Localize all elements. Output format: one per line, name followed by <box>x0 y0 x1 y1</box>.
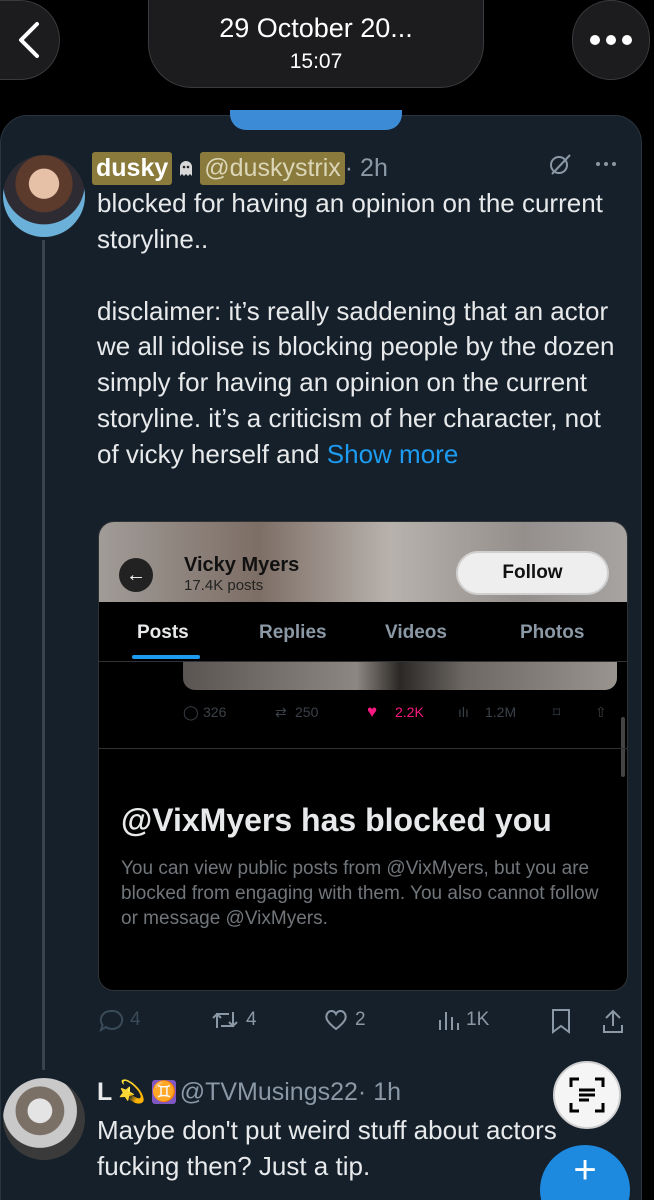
repost-icon <box>212 1012 238 1028</box>
handle[interactable]: @duskystrix <box>200 151 345 185</box>
tweet-paragraph-2: disclaimer: it’s really saddening that a… <box>97 294 622 473</box>
live-text-icon <box>569 1077 605 1113</box>
photo-date: 29 October 20... <box>219 13 413 43</box>
bookmark-icon <box>552 1009 570 1034</box>
embedded-reply-count: 326 <box>203 704 227 720</box>
like-count: 2 <box>355 1009 366 1030</box>
reply-timestamp: · 1h <box>357 1077 402 1106</box>
reply-icon <box>99 1009 124 1032</box>
blocked-description: You can view public posts from @VixMyers… <box>121 858 599 929</box>
tab-posts: Posts <box>137 622 189 643</box>
previous-media-tab <box>230 110 402 130</box>
tweet-actions: 4 4 2 1K <box>98 1008 638 1042</box>
shooting-star-icon: 💫 <box>118 1079 146 1104</box>
reply-display-name[interactable]: L <box>97 1078 112 1107</box>
gemini-icon: ♊ <box>151 1080 177 1104</box>
profile-post-count: 17.4K posts <box>184 577 264 594</box>
like-button[interactable]: 2 <box>323 1008 366 1032</box>
embedded-image[interactable]: ← Vicky Myers 17.4K posts Follow Posts R… <box>98 521 628 991</box>
tweet-text: blocked for having an opinion on the cur… <box>97 186 622 473</box>
embedded-repost-icon: ⇄ <box>275 704 287 720</box>
embedded-views-count: 1.2M <box>485 704 517 720</box>
bookmark-button[interactable] <box>550 1008 572 1034</box>
heart-icon <box>325 1010 347 1031</box>
reply-text: Maybe don't put weird stuff about actors… <box>97 1115 557 1181</box>
reply-count: 4 <box>130 1009 141 1030</box>
profile-tabs: Posts Replies Videos Photos <box>99 602 627 662</box>
embedded-post-actions: ◯ 326 ⇄ 250 ♥ 2.2K ılı 1.2M ⌑ ⇧ <box>183 702 623 726</box>
embedded-bookmark-icon: ⌑ <box>553 704 561 720</box>
show-more-link[interactable]: Show more <box>327 439 459 469</box>
back-button[interactable] <box>0 0 60 80</box>
chevron-left-icon <box>18 22 39 58</box>
share-icon <box>603 1009 623 1033</box>
thread-line <box>42 240 45 1070</box>
follow-button: Follow <box>456 551 609 595</box>
more-icon[interactable] <box>594 152 618 176</box>
reply-avatar[interactable] <box>3 1078 85 1160</box>
embedded-repost-count: 250 <box>295 704 319 720</box>
embedded-share-icon: ⇧ <box>595 704 607 720</box>
tweet-line-1: blocked for having an opinion on the cur… <box>97 188 603 254</box>
embedded-heart-icon: ♥ <box>367 702 378 721</box>
live-text-button[interactable] <box>553 1061 621 1129</box>
views-icon <box>439 1012 459 1030</box>
photo-viewer-topbar: 29 October 20... 15:07 <box>0 0 654 110</box>
views-count: 1K <box>466 1009 490 1030</box>
tweet-header: dusky @duskystrix · 2h <box>92 148 632 188</box>
embedded-scrollbar <box>621 717 625 777</box>
share-button[interactable] <box>601 1008 625 1034</box>
tab-photos: Photos <box>520 622 585 643</box>
active-tab-indicator <box>132 655 200 659</box>
reply-button[interactable]: 4 <box>98 1008 141 1032</box>
more-options-button[interactable] <box>572 0 650 80</box>
arrow-left-icon: ← <box>119 558 153 592</box>
tab-videos: Videos <box>385 622 447 643</box>
avatar[interactable] <box>3 155 85 237</box>
profile-name: Vicky Myers <box>184 554 300 576</box>
grok-icon[interactable] <box>548 152 572 176</box>
tab-replies: Replies <box>259 622 327 643</box>
embedded-views-icon: ılı <box>458 704 469 720</box>
timestamp: · 2h <box>344 153 388 182</box>
ghost-icon <box>180 161 193 176</box>
ellipsis-icon <box>590 35 632 45</box>
embedded-reply-icon: ◯ <box>183 704 199 720</box>
repost-button[interactable]: 4 <box>210 1008 257 1032</box>
views-button[interactable]: 1K <box>436 1008 489 1032</box>
date-time-pill[interactable]: 29 October 20... 15:07 <box>148 0 484 88</box>
embedded-like-count: 2.2K <box>395 704 424 720</box>
repost-count: 4 <box>246 1009 257 1030</box>
display-name[interactable]: dusky <box>92 151 173 185</box>
plus-icon: + <box>573 1147 597 1192</box>
embedded-divider <box>99 748 627 749</box>
blocked-title: @VixMyers has blocked you <box>121 802 552 838</box>
photo-time: 15:07 <box>289 50 343 73</box>
post-image-fragment <box>183 662 617 690</box>
reply-handle[interactable]: @TVMusings22 <box>180 1078 358 1107</box>
